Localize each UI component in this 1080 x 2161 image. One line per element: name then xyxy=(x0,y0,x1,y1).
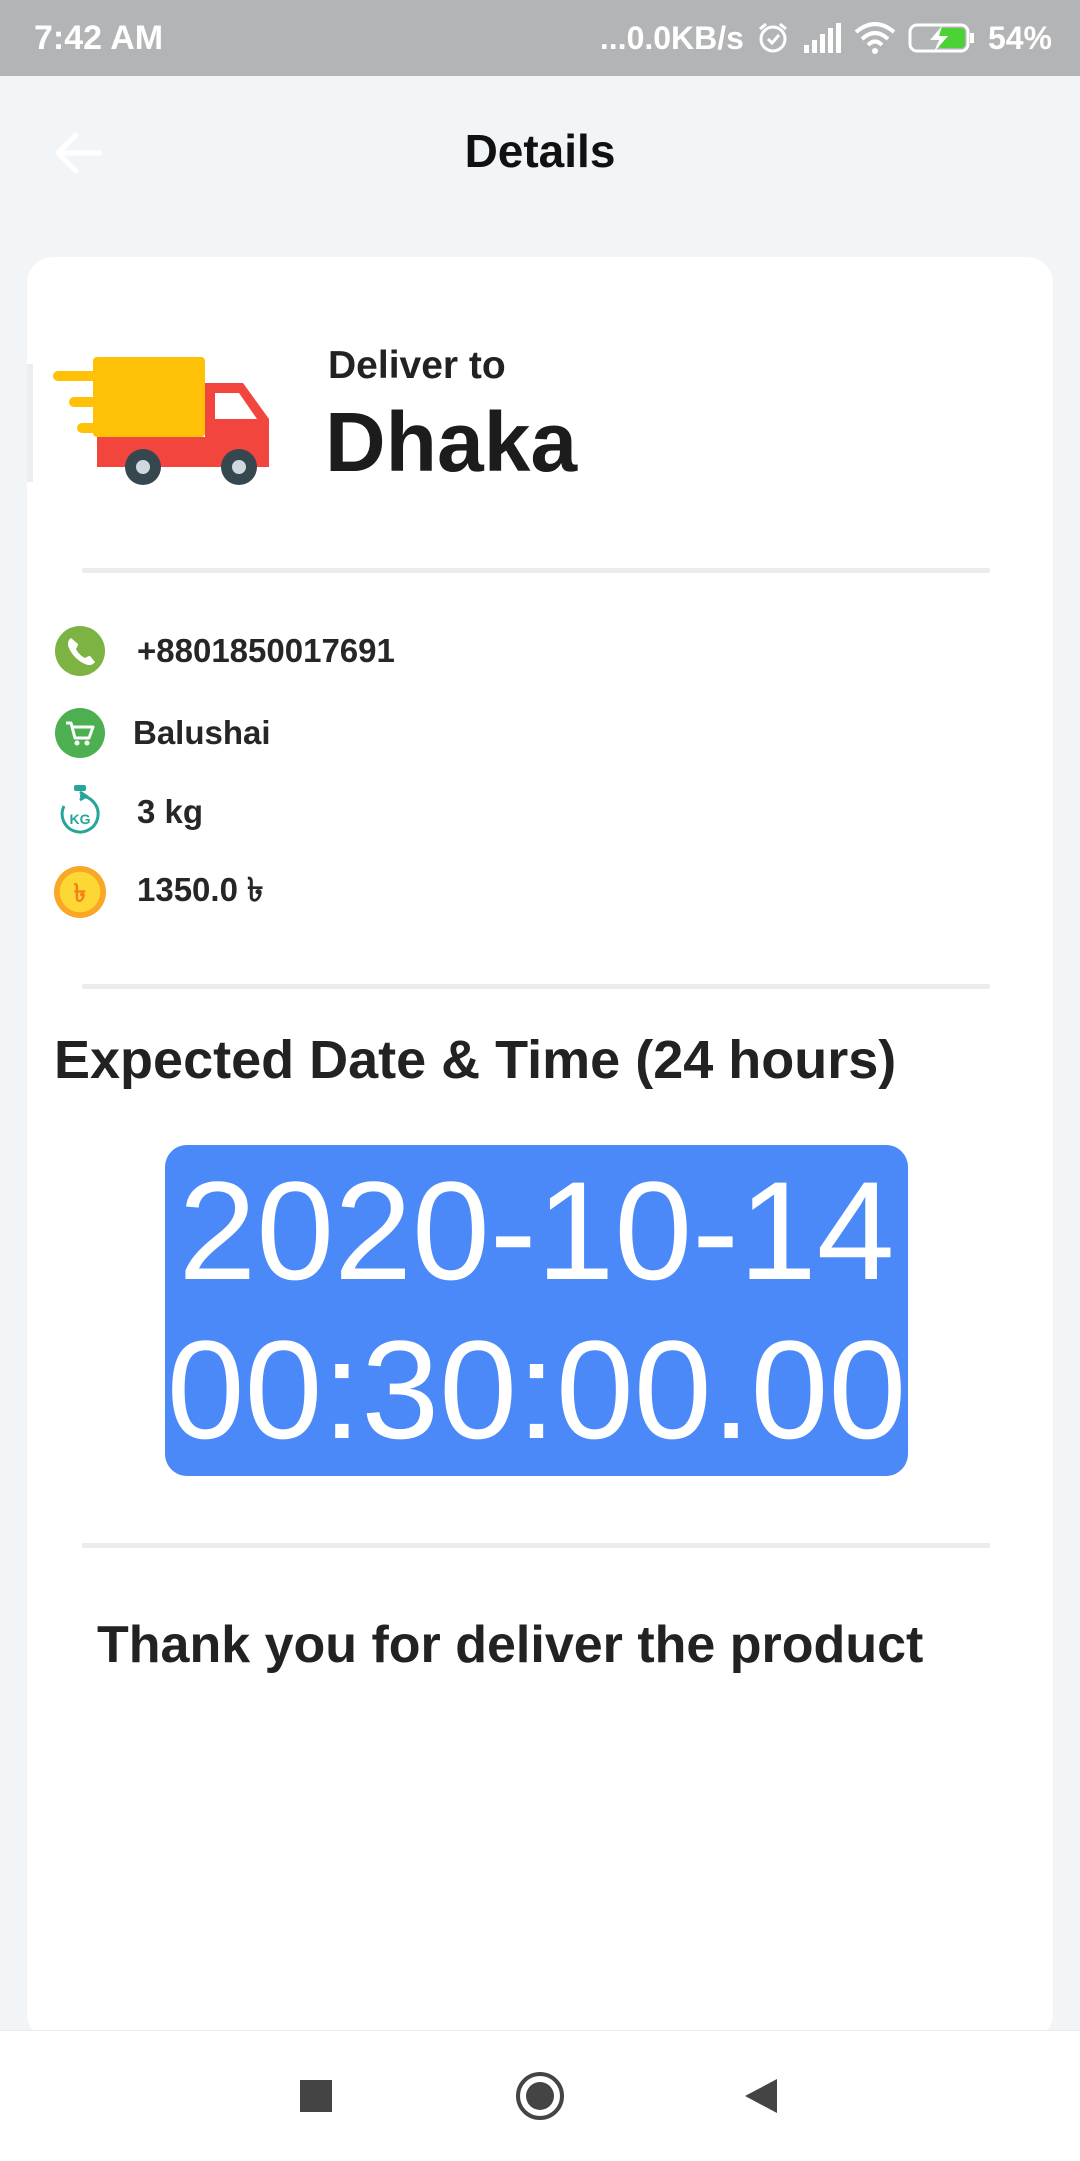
card-edge-mark xyxy=(27,364,33,482)
signal-icon xyxy=(802,23,842,53)
delivery-city: Dhaka xyxy=(325,395,578,489)
recents-square-icon xyxy=(300,2080,332,2112)
phone-row: +8801850017691 xyxy=(53,619,395,683)
svg-text:KG: KG xyxy=(70,811,91,827)
recents-button[interactable] xyxy=(291,2071,341,2121)
system-back-button[interactable] xyxy=(737,2071,787,2121)
expected-title: Expected Date & Time (24 hours) xyxy=(54,1030,897,1090)
alarm-icon xyxy=(756,21,790,55)
price-row: ৳ 1350.0 ৳ xyxy=(53,860,264,924)
phone-icon xyxy=(53,624,107,678)
shop-row: Balushai xyxy=(53,701,271,765)
battery-charging-icon xyxy=(908,22,976,54)
status-right: ...0.0KB/s 54% xyxy=(600,20,1052,57)
expected-date: 2020-10-14 xyxy=(178,1152,895,1309)
shop-name: Balushai xyxy=(133,714,271,751)
home-button[interactable] xyxy=(515,2071,565,2121)
thanks-message: Thank you for deliver the product xyxy=(97,1616,924,1674)
expected-time: 00:30:00.00 xyxy=(166,1311,907,1468)
weight-kg-icon: KG xyxy=(53,785,107,839)
home-circle-icon xyxy=(516,2072,564,2120)
page-title: Details xyxy=(464,125,616,177)
status-bar: 7:42 AM ...0.0KB/s 54% xyxy=(0,0,1080,76)
price-value: 1350.0 ৳ xyxy=(137,871,264,908)
divider xyxy=(82,568,990,573)
delivery-truck-icon xyxy=(53,357,269,485)
details-card: Deliver to Dhaka +8801850017691 Balushai… xyxy=(27,257,1053,2040)
divider xyxy=(82,1543,990,1548)
battery-percent: 54% xyxy=(987,19,1052,56)
expected-datetime-box: 2020-10-14 00:30:00.00 xyxy=(165,1145,908,1476)
divider xyxy=(82,984,990,989)
navigation-bar xyxy=(0,2030,1080,2161)
network-speed: ...0.0KB/s xyxy=(599,19,744,56)
weight-value: 3 kg xyxy=(137,793,204,830)
svg-text:৳: ৳ xyxy=(74,879,86,908)
deliver-to-label: Deliver to xyxy=(328,344,506,387)
status-time: 7:42 AM xyxy=(34,18,164,57)
wifi-icon xyxy=(854,22,896,54)
back-triangle-icon xyxy=(745,2079,777,2113)
cart-icon xyxy=(53,706,107,760)
weight-row: KG 3 kg xyxy=(53,780,203,844)
phone-number: +8801850017691 xyxy=(137,632,395,669)
app-bar: Details xyxy=(0,76,1080,230)
taka-coin-icon: ৳ xyxy=(53,865,107,919)
